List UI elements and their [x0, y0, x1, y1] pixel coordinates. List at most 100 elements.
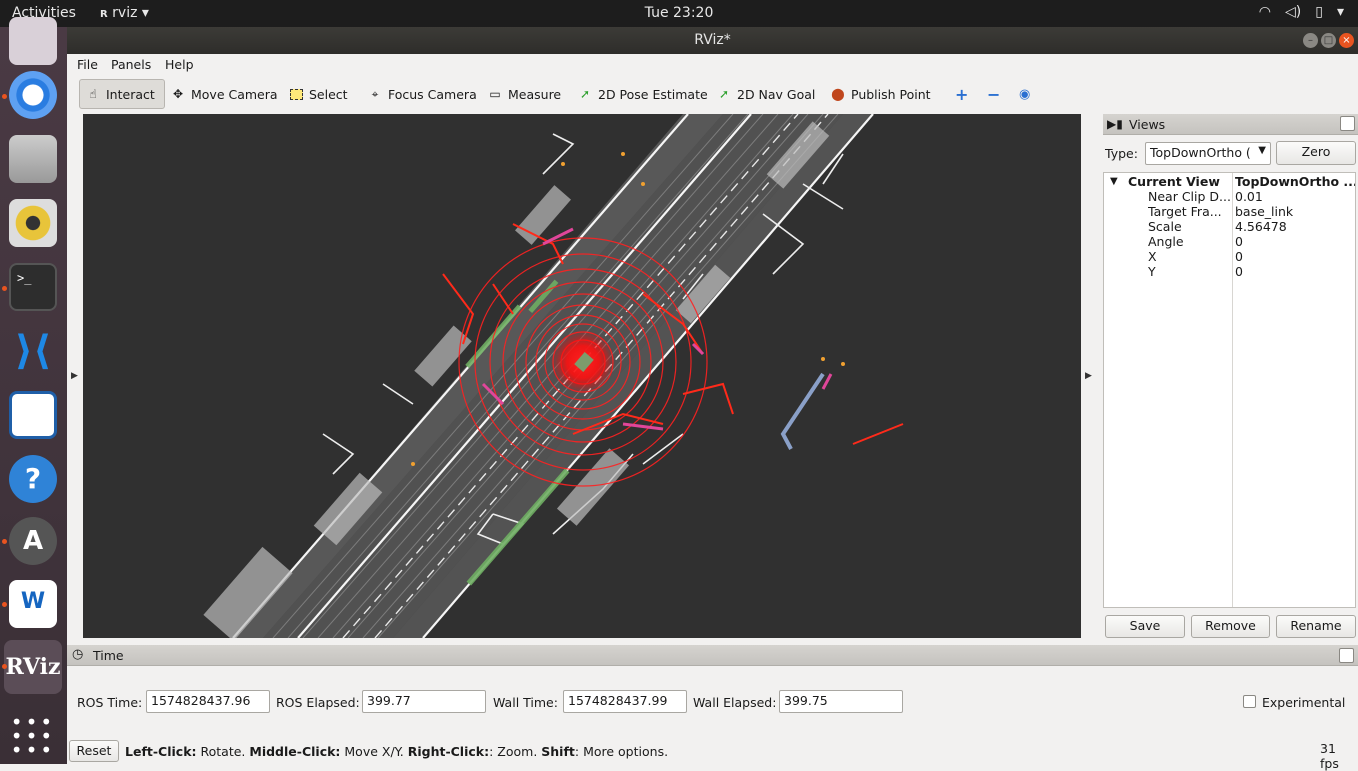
expand-arrow-icon: ▼ — [1110, 176, 1118, 187]
help-icon[interactable]: ? — [9, 455, 57, 503]
time-undock-checkbox[interactable] — [1339, 648, 1354, 663]
status-hint: Left-Click: Rotate. Middle-Click: Move X… — [125, 744, 668, 759]
chevron-down-icon: ▾ — [1336, 4, 1344, 20]
menu-file[interactable]: File — [77, 57, 98, 72]
ros-time-field[interactable]: 1574828437.96 — [146, 690, 270, 713]
views-panel-header[interactable]: ▶▮ Views — [1103, 114, 1358, 135]
system-tray[interactable]: ◠ ◁) ▯ ▾ — [1259, 4, 1344, 20]
select-tool[interactable]: Select — [284, 79, 354, 109]
publish-point-tool[interactable]: ⬤ Publish Point — [825, 79, 937, 109]
clock-icon: ◷ — [72, 647, 84, 662]
ros-elapsed-field[interactable]: 399.77 — [362, 690, 486, 713]
interact-tool[interactable]: ☝ Interact — [79, 79, 165, 109]
move-camera-tool[interactable]: ✥ Move Camera — [165, 79, 284, 109]
property-value[interactable]: 0.01 — [1235, 189, 1355, 204]
view-options-button[interactable]: ◉ — [1013, 79, 1036, 109]
property-row[interactable]: Y 0 — [1104, 264, 1356, 279]
autoware-icon[interactable]: W — [9, 580, 57, 628]
view-type-select[interactable]: TopDownOrtho ( ▼ — [1145, 142, 1271, 165]
app-grid-icon[interactable]: ••• ••• ••• — [9, 707, 57, 760]
property-row[interactable]: Angle 0 — [1104, 234, 1356, 249]
tool-bar: ☝ Interact ✥ Move Camera Select ⌖ Focus … — [67, 76, 1358, 112]
property-value[interactable]: 0 — [1235, 234, 1355, 249]
views-panel: ▶▮ Views Type: TopDownOrtho ( ▼ Zero ▼ C… — [1103, 114, 1358, 644]
middle-click-key: Middle-Click: — [249, 744, 341, 759]
nav-goal-tool[interactable]: ➚ 2D Nav Goal — [711, 79, 821, 109]
select-box-icon — [290, 88, 303, 100]
view-type-value: TopDownOrtho ( — [1150, 145, 1251, 160]
plus-icon: + — [955, 84, 969, 104]
left-dock-arrow-icon[interactable]: ▶ — [71, 371, 78, 381]
window-titlebar[interactable]: RViz* – □ × — [67, 27, 1358, 54]
wall-time-field[interactable]: 1574828437.99 — [563, 690, 687, 713]
files-icon[interactable] — [9, 135, 57, 183]
add-tool-button[interactable]: + — [949, 79, 974, 109]
speaker-icon[interactable] — [9, 199, 57, 247]
wall-elapsed-field[interactable]: 399.75 — [779, 690, 903, 713]
remove-view-button[interactable]: Remove — [1191, 615, 1270, 638]
views-undock-checkbox[interactable] — [1340, 116, 1355, 131]
property-row[interactable]: Scale 4.56478 — [1104, 219, 1356, 234]
ros-elapsed-label: ROS Elapsed: — [276, 695, 360, 710]
mail-icon[interactable] — [9, 17, 57, 65]
right-click-key: Right-Click: — [407, 744, 490, 759]
save-view-button[interactable]: Save — [1105, 615, 1185, 638]
property-row[interactable]: Near Clip D... 0.01 — [1104, 189, 1356, 204]
render-viewport[interactable] — [83, 114, 1081, 638]
current-view-label: Current View — [1128, 174, 1220, 189]
minimize-icon[interactable]: – — [1303, 33, 1318, 48]
chromium-icon[interactable] — [9, 71, 57, 119]
left-click-action: Rotate. — [196, 744, 250, 759]
select-label: Select — [309, 86, 348, 102]
zero-button[interactable]: Zero — [1276, 141, 1356, 165]
rviz-icon[interactable]: RViz — [4, 640, 62, 694]
close-icon[interactable]: × — [1339, 33, 1354, 48]
maximize-icon[interactable]: □ — [1321, 33, 1336, 48]
ros-time-label: ROS Time: — [77, 695, 143, 710]
vscode-icon[interactable]: ⟩⟨ — [9, 327, 57, 375]
launcher-dock: >_ ⟩⟨ ? A W RViz ••• ••• ••• — [0, 17, 67, 764]
clock[interactable]: Tue 23:20 — [0, 5, 1358, 21]
view-properties-tree: ▼ Current View TopDownOrtho ... Near Cli… — [1103, 172, 1356, 608]
experimental-label: Experimental — [1262, 695, 1346, 710]
property-value[interactable]: 4.56478 — [1235, 219, 1355, 234]
terminal-icon[interactable]: >_ — [9, 263, 57, 311]
minus-icon: − — [987, 84, 1001, 104]
system-top-bar: Activities R rviz ▾ Tue 23:20 ◠ ◁) ▯ ▾ — [0, 0, 1358, 27]
remove-tool-button[interactable]: − — [981, 79, 1006, 109]
measure-tool[interactable]: ▭ Measure — [482, 79, 567, 109]
property-value[interactable]: 0 — [1235, 249, 1355, 264]
move-camera-label: Move Camera — [191, 86, 278, 102]
publish-point-label: Publish Point — [851, 86, 931, 102]
window-title: RViz* — [694, 32, 731, 48]
document-viewer-icon[interactable] — [9, 391, 57, 439]
property-key: Y — [1148, 264, 1156, 279]
current-view-row[interactable]: ▼ Current View TopDownOrtho ... — [1104, 174, 1356, 189]
wifi-icon: ◠ — [1258, 4, 1272, 20]
rename-view-button[interactable]: Rename — [1276, 615, 1356, 638]
focus-camera-tool[interactable]: ⌖ Focus Camera — [362, 79, 483, 109]
menu-help[interactable]: Help — [165, 57, 194, 72]
property-value[interactable]: 0 — [1235, 264, 1355, 279]
reset-button[interactable]: Reset — [69, 740, 119, 762]
time-panel-header[interactable]: ◷ Time — [67, 645, 1358, 666]
interact-label: Interact — [106, 86, 155, 102]
type-label: Type: — [1105, 146, 1138, 161]
property-key: Target Fra... — [1148, 204, 1222, 219]
nav-goal-label: 2D Nav Goal — [737, 86, 816, 102]
hand-icon: ☝ — [89, 87, 97, 101]
volume-icon: ◁) — [1285, 4, 1302, 20]
ruler-icon: ▭ — [489, 87, 501, 101]
menu-bar: File Panels Help — [67, 54, 1358, 76]
menu-panels[interactable]: Panels — [111, 57, 151, 72]
property-row[interactable]: X 0 — [1104, 249, 1356, 264]
time-title: Time — [93, 648, 124, 663]
left-click-key: Left-Click: — [125, 744, 197, 759]
green-arrow-icon: ➚ — [579, 87, 591, 101]
property-row[interactable]: Target Fra... base_link — [1104, 204, 1356, 219]
property-value[interactable]: base_link — [1235, 204, 1355, 219]
right-dock-arrow-icon[interactable]: ▶ — [1085, 371, 1092, 381]
software-updater-icon[interactable]: A — [9, 517, 57, 565]
pose-estimate-tool[interactable]: ➚ 2D Pose Estimate — [572, 79, 714, 109]
experimental-checkbox[interactable] — [1243, 695, 1256, 708]
